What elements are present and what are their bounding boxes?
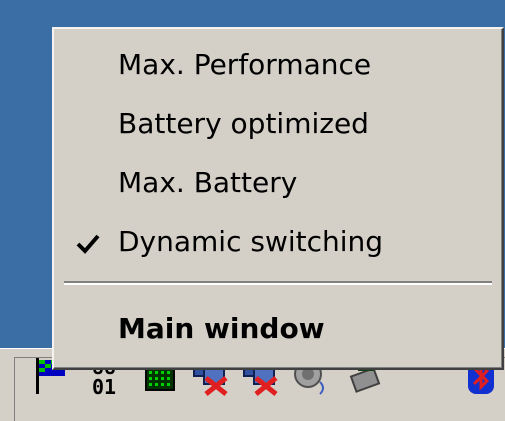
menu-item-label: Max. Performance	[118, 48, 372, 81]
menu-separator	[64, 281, 492, 285]
menu-item-max-performance[interactable]: Max. Performance	[54, 41, 500, 89]
desktop: 88 01 Max. Performance	[0, 0, 505, 421]
menu-item-label: Battery optimized	[118, 107, 369, 140]
menu-item-max-battery[interactable]: Max. Battery	[54, 159, 500, 207]
checkmark-icon	[76, 234, 100, 254]
menu-item-main-window[interactable]: Main window	[54, 305, 500, 353]
menu-item-dynamic-switching[interactable]: Dynamic switching	[54, 218, 500, 266]
menu-item-battery-optimized[interactable]: Battery optimized	[54, 100, 500, 148]
menu-item-label: Dynamic switching	[118, 225, 384, 258]
menu-item-label: Main window	[118, 312, 325, 345]
svg-text:01: 01	[92, 375, 116, 396]
power-profile-menu: Max. Performance Battery optimized Max. …	[52, 27, 504, 370]
menu-item-label: Max. Battery	[118, 166, 298, 199]
